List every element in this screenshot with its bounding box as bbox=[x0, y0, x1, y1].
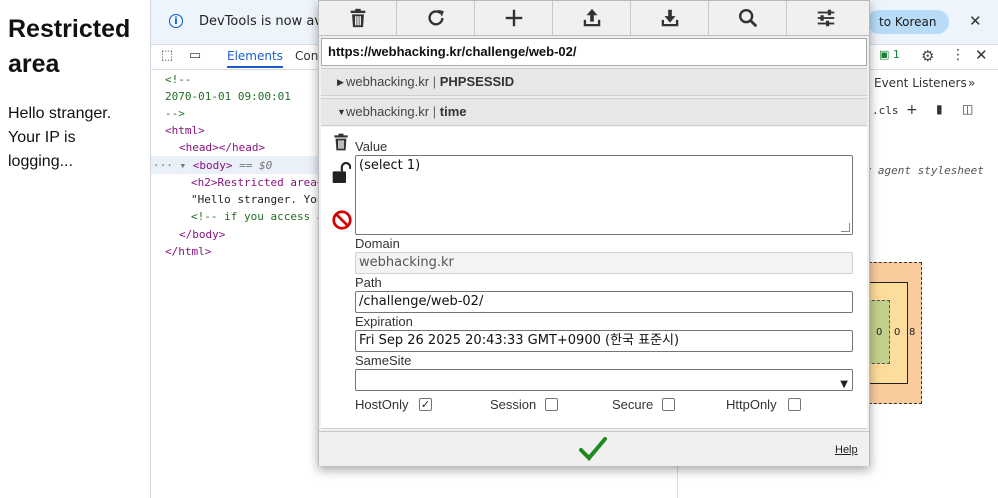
dom-head[interactable]: <head></head> bbox=[179, 139, 265, 156]
path-label: Path bbox=[355, 275, 382, 290]
issues-badge[interactable]: ▣ 1 bbox=[879, 48, 900, 61]
save-button[interactable] bbox=[579, 436, 607, 466]
path-field[interactable]: /challenge/web-02/ bbox=[355, 291, 853, 313]
export-button[interactable] bbox=[631, 1, 709, 35]
dom-body-row[interactable]: ··· ▾ <body> == $0 bbox=[153, 157, 272, 174]
unlock-icon bbox=[332, 161, 352, 183]
sliders-icon bbox=[817, 9, 835, 27]
search-button[interactable] bbox=[709, 1, 787, 35]
resize-grip-icon[interactable] bbox=[841, 223, 850, 232]
value-text: (select 1) bbox=[359, 158, 421, 173]
session-label: Session bbox=[490, 397, 537, 412]
more-options-icon[interactable]: ⋮ bbox=[951, 47, 965, 63]
cookie-name: PHPSESSID bbox=[439, 74, 515, 89]
ellipsis-icon: ··· ▾ bbox=[153, 159, 193, 172]
collapse-triangle-icon: ▼ bbox=[337, 107, 346, 117]
cookie-editor-popup: https://webhacking.kr/challenge/web-02/ … bbox=[318, 0, 870, 466]
hostonly-label: HostOnly bbox=[355, 397, 409, 412]
agent-stylesheet-label: er agent stylesheet bbox=[858, 164, 984, 177]
dom-html-close[interactable]: </html> bbox=[165, 243, 211, 260]
cookie-editor-footer: Help bbox=[319, 431, 869, 466]
issues-count: 1 bbox=[892, 48, 900, 61]
expiration-field[interactable]: Fri Sep 26 2025 20:43:33 GMT+0900 (한국 표준… bbox=[355, 330, 853, 352]
secure-checkbox[interactable] bbox=[662, 398, 675, 411]
cookie-url-bar: https://webhacking.kr/challenge/web-02/ bbox=[321, 38, 867, 66]
domain-label: Domain bbox=[355, 236, 400, 251]
lock-cookie-button[interactable] bbox=[331, 161, 352, 189]
dom-comment-open[interactable]: <!-- bbox=[165, 71, 192, 88]
expiration-label: Expiration bbox=[355, 314, 413, 329]
add-cookie-button[interactable] bbox=[475, 1, 553, 35]
device-toolbar-icon[interactable]: ▭ bbox=[187, 48, 203, 64]
trash-icon bbox=[350, 8, 365, 28]
tab-event-listeners[interactable]: Event Listeners bbox=[874, 76, 967, 90]
tab-elements[interactable]: Elements bbox=[227, 49, 283, 68]
delete-cookie-button[interactable] bbox=[331, 131, 351, 157]
cookie-domain: webhacking.kr bbox=[346, 104, 430, 119]
cookie-row-phpsessid[interactable]: ▶ webhacking.kr | PHPSESSID bbox=[321, 68, 867, 96]
cookie-separator: | bbox=[432, 74, 437, 89]
box-border-value: 0 bbox=[894, 327, 901, 338]
dom-comment-hint[interactable]: <!-- if you access adr bbox=[191, 208, 337, 225]
upload-icon bbox=[583, 8, 600, 27]
gear-icon[interactable]: ⚙ bbox=[921, 47, 934, 65]
cookie-row-time[interactable]: ▼ webhacking.kr | time bbox=[321, 98, 867, 126]
download-icon bbox=[661, 9, 678, 27]
import-button[interactable] bbox=[553, 1, 631, 35]
refresh-icon bbox=[427, 9, 444, 26]
httponly-checkbox[interactable] bbox=[788, 398, 801, 411]
refresh-button[interactable] bbox=[397, 1, 475, 35]
checkmark-icon bbox=[579, 437, 607, 461]
secure-label: Secure bbox=[612, 397, 654, 412]
dom-comment-date[interactable]: 2070-01-01 09:00:01 bbox=[165, 88, 291, 105]
trash-icon bbox=[334, 133, 348, 151]
help-link[interactable]: Help bbox=[835, 444, 858, 456]
greeting-text: Hello stranger. Your IP is logging... bbox=[8, 105, 112, 170]
sidebar-toggle-icon[interactable]: ◫ bbox=[962, 102, 973, 116]
banner-message: DevTools is now ava bbox=[199, 14, 330, 29]
dom-body-close[interactable]: </body> bbox=[179, 226, 225, 243]
search-icon bbox=[738, 9, 757, 28]
info-icon: i bbox=[169, 14, 183, 28]
paint-icon[interactable]: ▮ bbox=[936, 102, 943, 116]
dom-text-node[interactable]: "Hello stranger. Your bbox=[191, 191, 330, 208]
options-button[interactable] bbox=[787, 1, 865, 35]
samesite-select[interactable]: ▼ bbox=[355, 369, 853, 391]
delete-all-button[interactable] bbox=[319, 1, 397, 35]
session-checkbox[interactable] bbox=[545, 398, 558, 411]
switch-language-button[interactable]: to Korean bbox=[867, 10, 949, 34]
cookie-separator: | bbox=[432, 104, 437, 119]
dom-body-ref: == $0 bbox=[239, 159, 273, 172]
dom-html-open[interactable]: <html> bbox=[165, 122, 205, 139]
expand-triangle-icon: ▶ bbox=[337, 77, 344, 87]
domain-field: webhacking.kr bbox=[355, 252, 853, 274]
close-banner-icon[interactable]: ✕ bbox=[969, 12, 982, 30]
page-viewport: Restricted area Hello stranger. Your IP … bbox=[0, 0, 150, 498]
httponly-label: HttpOnly bbox=[726, 397, 777, 412]
value-textarea[interactable]: (select 1) bbox=[355, 155, 853, 235]
cookie-editor-toolbar bbox=[319, 1, 869, 36]
hostonly-checkbox[interactable]: ✓ bbox=[419, 398, 432, 411]
value-label: Value bbox=[355, 139, 388, 154]
box-padding-value: 0 bbox=[876, 327, 883, 338]
plus-icon bbox=[505, 9, 522, 27]
chevron-down-icon: ▼ bbox=[840, 379, 848, 390]
block-cookie-button[interactable] bbox=[331, 209, 353, 235]
cookie-edit-form: Value (select 1) Domain webhacking.kr Pa… bbox=[321, 127, 867, 429]
dom-body-open: <body> bbox=[192, 159, 233, 172]
cookie-name: time bbox=[439, 104, 467, 119]
more-tabs-icon[interactable]: » bbox=[968, 76, 975, 90]
close-devtools-icon[interactable]: ✕ bbox=[975, 46, 988, 64]
page-heading: Restricted area bbox=[8, 15, 131, 78]
dom-h2[interactable]: <h2>Restricted area</ bbox=[191, 174, 330, 191]
cls-toggle[interactable]: .cls bbox=[872, 104, 899, 117]
add-rule-icon[interactable]: + bbox=[906, 102, 918, 118]
inspect-element-icon[interactable]: ⬚ bbox=[159, 48, 175, 64]
dom-comment-close[interactable]: --> bbox=[165, 105, 185, 122]
cookie-domain: webhacking.kr bbox=[346, 74, 430, 89]
block-icon bbox=[332, 210, 352, 230]
samesite-label: SameSite bbox=[355, 353, 412, 368]
box-margin-value: 8 bbox=[909, 327, 916, 338]
